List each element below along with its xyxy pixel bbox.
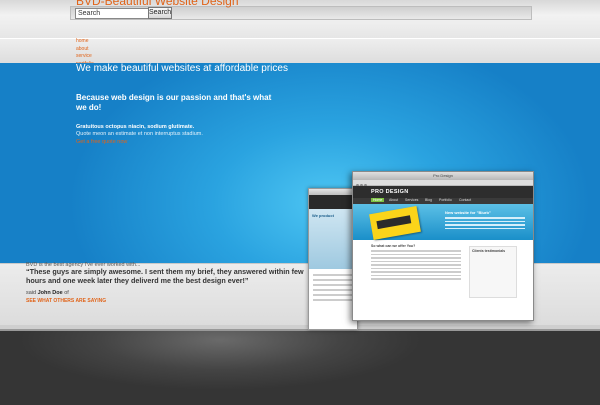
nav-item-about[interactable]: about [76,46,94,54]
hero-body-text: Quote meon an estimate et non interruptu… [76,131,203,137]
see-others-link[interactable]: SEE WHAT OTHERS ARE SAYING [26,298,106,304]
nav-item-home[interactable]: home [76,38,94,46]
screenshot-nav-contact: Contact [459,198,472,202]
screenshot-feature-heading: New website for "Blurb" [445,210,491,215]
hero-headline: We make beautiful websites at affordable… [76,63,288,74]
hero-subheadline: Because web design is our passion and th… [76,93,272,112]
screenshot-nav-home: Home [371,198,385,202]
window-title: Pro Design [433,173,453,178]
footer-dark-area [0,325,600,405]
screenshot-body: So what can we offer You? Clients testim… [353,240,533,310]
screenshot-hero: We product [309,209,357,269]
search-input[interactable] [75,8,149,19]
screenshot-site-header: PRO DESIGN [353,186,533,198]
hero-tagline: Gratuitous octopus niacin, sodium glutim… [76,124,195,130]
testimonial-attribution: said John Doe of [26,290,69,296]
footer-divider-shadow [0,329,600,331]
screenshot-feature-image [369,206,421,240]
said-suffix: of [64,290,69,296]
screenshot-sidebar-heading: Clients testimonials [472,249,506,253]
screenshot-nav-blog: Blog [425,198,433,202]
free-quote-link[interactable]: Get a free quote now [76,139,127,145]
screenshot-feature: New website for "Blurb" [353,204,533,240]
portfolio-screenshot-back: We product [308,188,358,330]
search-button[interactable]: Search [148,7,172,19]
screenshot-header [309,195,357,209]
screenshot-back-heading: We product [312,213,334,218]
screenshot-body-heading: So what can we offer You? [371,244,416,248]
said-prefix: said [26,290,37,296]
screenshot-site-logo: PRO DESIGN [371,189,409,195]
screenshot-lines [309,269,357,306]
testimonial-quote: “These guys are simply awesome. I sent t… [26,267,304,285]
screenshot-nav-portfolio: Portfolio [439,198,452,202]
screenshot-feature-text: New website for "Blurb" [445,210,525,229]
screenshot-sidebar-box: Clients testimonials [469,246,517,298]
screenshot-nav-about: About [389,198,399,202]
screenshot-body-col: So what can we offer You? [371,244,461,282]
portfolio-screenshot-main: Pro Design PRO DESIGN Home About Service… [352,171,534,321]
nav-item-service[interactable]: service [76,53,94,61]
testimonial-author: John Doe [37,290,63,296]
screenshot-nav-services: Services [405,198,419,202]
page: BVD-Beautiful Website Design Search home… [0,0,600,405]
window-titlebar: Pro Design [353,172,533,187]
